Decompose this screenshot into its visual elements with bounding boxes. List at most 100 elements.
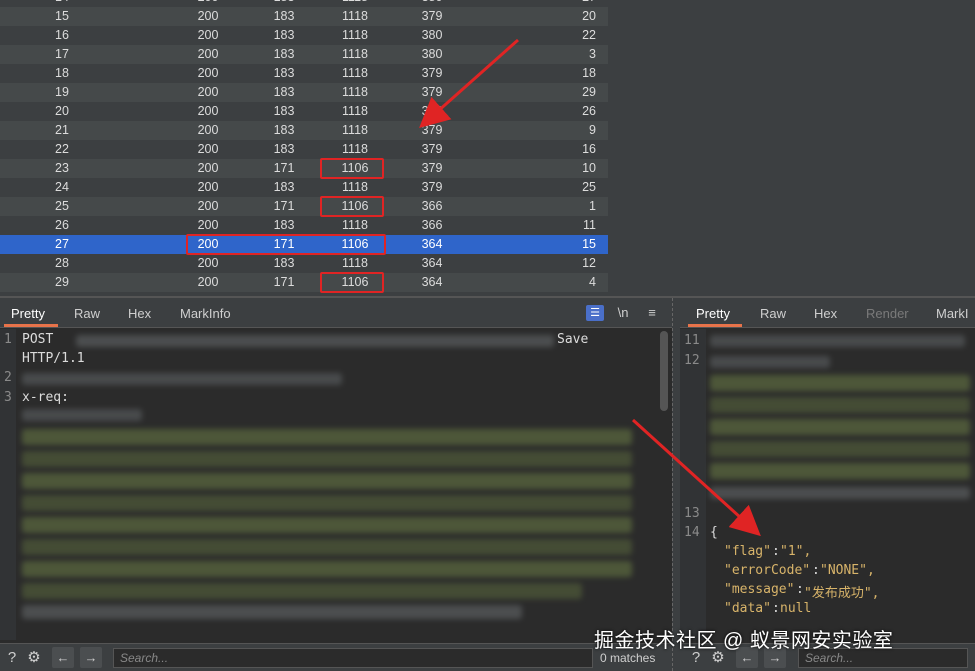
table-cell: 366: [421, 199, 443, 213]
table-row[interactable]: 16 200 183 1118 380 22: [0, 26, 608, 45]
table-row[interactable]: 24 200 183 1118 379 25: [0, 178, 608, 197]
table-row[interactable]: 14 200 183 1118 380 27: [0, 0, 608, 7]
table-cell: 183: [273, 180, 295, 194]
line-number: 14: [684, 525, 700, 540]
request-pane: Pretty Raw Hex MarkInfo ☰ \n ≡ 1 POST Sa…: [0, 298, 672, 671]
request-tabs: Pretty Raw Hex MarkInfo ☰ \n ≡: [0, 298, 672, 328]
table-cell: 15: [55, 9, 69, 23]
redacted-url: [76, 335, 554, 347]
menu-icon[interactable]: ≡: [643, 305, 661, 321]
table-row[interactable]: 15 200 183 1118 379 20: [0, 7, 608, 26]
table-cell: 200: [197, 180, 219, 194]
line-number: 13: [684, 506, 700, 521]
previous-match-button[interactable]: ←: [52, 647, 74, 668]
tab-pretty[interactable]: Pretty: [696, 306, 730, 321]
table-cell: 1118: [342, 85, 368, 99]
tab-raw[interactable]: Raw: [74, 306, 100, 321]
table-row[interactable]: 18 200 183 1118 379 18: [0, 64, 608, 83]
table-cell: 200: [197, 142, 219, 156]
table-cell: 24: [55, 180, 69, 194]
request-editor[interactable]: 1 POST Save HTTP/1.1 2 3 x-req:: [0, 329, 672, 640]
active-tab-indicator: [4, 324, 58, 327]
line-number: 1: [4, 332, 12, 347]
results-empty-area: [608, 0, 975, 296]
redacted-body: [22, 517, 632, 533]
table-cell: 183: [273, 28, 295, 42]
table-row[interactable]: 25 200 171 1106 366 1: [0, 197, 608, 216]
table-row[interactable]: 26 200 183 1118 366 11: [0, 216, 608, 235]
table-cell: 379: [421, 161, 443, 175]
help-icon[interactable]: ?: [2, 648, 22, 668]
redacted-body: [710, 356, 830, 368]
redacted-body: [710, 487, 970, 499]
table-cell: 14: [42, 0, 82, 4]
table-row[interactable]: 20 200 183 1118 379 26: [0, 102, 608, 121]
tab-markinfo[interactable]: MarkInfo: [180, 306, 231, 321]
json-key-data: "data": [724, 601, 771, 616]
vertical-splitter[interactable]: [672, 298, 680, 671]
results-table: 1420018311183802715200183111837920162001…: [0, 0, 975, 296]
table-cell: 379: [421, 123, 443, 137]
redacted-body: [710, 397, 970, 413]
response-editor[interactable]: 11 12 13 14 { "flag" : "1", "errorCode" …: [680, 329, 975, 640]
table-cell: 171: [273, 275, 295, 289]
redacted-body: [710, 441, 970, 457]
gear-icon[interactable]: ⚙: [24, 648, 44, 668]
json-open-brace: {: [710, 525, 718, 540]
line-number: 2: [4, 370, 12, 385]
line-number: 12: [684, 353, 700, 368]
tab-hex[interactable]: Hex: [128, 306, 151, 321]
tab-render[interactable]: Render: [866, 306, 909, 321]
table-cell: 200: [197, 28, 219, 42]
table-cell: 23: [55, 161, 69, 175]
table-cell: 18: [55, 66, 69, 80]
table-cell: 11: [583, 218, 596, 232]
redacted-body: [710, 419, 970, 435]
table-cell: 1118: [342, 9, 368, 23]
table-cell: 18: [582, 66, 596, 80]
table-cell: 4: [589, 275, 596, 289]
table-cell: 16: [582, 142, 596, 156]
search-input[interactable]: Search...: [113, 648, 593, 668]
json-key-errorcode: "errorCode": [724, 563, 811, 578]
table-row[interactable]: 29 200 171 1106 364 4: [0, 273, 608, 292]
table-row[interactable]: 19 200 183 1118 379 29: [0, 83, 608, 102]
redacted-body: [710, 375, 970, 391]
table-cell: 379: [421, 9, 443, 23]
tab-raw[interactable]: Raw: [760, 306, 786, 321]
table-cell: 171: [273, 199, 295, 213]
table-cell: 20: [55, 104, 69, 118]
highlight-box: [320, 196, 384, 217]
next-match-button[interactable]: →: [80, 647, 102, 668]
vertical-scrollbar[interactable]: [660, 331, 668, 411]
table-cell: 200: [197, 218, 219, 232]
table-row[interactable]: 28 200 183 1118 364 12: [0, 254, 608, 273]
table-row[interactable]: 17 200 183 1118 380 3: [0, 45, 608, 64]
table-cell: 380: [421, 47, 443, 61]
table-cell: 22: [55, 142, 69, 156]
newline-toggle-icon[interactable]: \n: [614, 305, 632, 321]
table-cell: 379: [421, 142, 443, 156]
tab-hex[interactable]: Hex: [814, 306, 837, 321]
table-cell: 20: [582, 9, 596, 23]
table-cell: 16: [55, 28, 69, 42]
redacted-body: [22, 605, 522, 619]
table-row[interactable]: 23 200 171 1106 379 10: [0, 159, 608, 178]
table-cell: 200: [197, 104, 219, 118]
table-cell: 15: [582, 237, 596, 251]
json-value-message: "发布成功",: [804, 586, 880, 601]
table-cell: 380: [412, 0, 452, 4]
tab-markinfo[interactable]: MarkI: [936, 306, 969, 321]
table-cell: 12: [582, 256, 596, 270]
table-cell: 183: [264, 0, 304, 4]
table-row[interactable]: 21 200 183 1118 379 9: [0, 121, 608, 140]
table-cell: 17: [55, 47, 69, 61]
table-cell: 1118: [342, 142, 368, 156]
table-cell: 27: [55, 237, 69, 251]
table-cell: 1118: [342, 218, 368, 232]
tab-pretty[interactable]: Pretty: [11, 306, 45, 321]
table-cell: 183: [273, 142, 295, 156]
table-row[interactable]: 22 200 183 1118 379 16: [0, 140, 608, 159]
pretty-toggle-icon[interactable]: ☰: [586, 305, 604, 321]
table-cell: 25: [55, 199, 69, 213]
